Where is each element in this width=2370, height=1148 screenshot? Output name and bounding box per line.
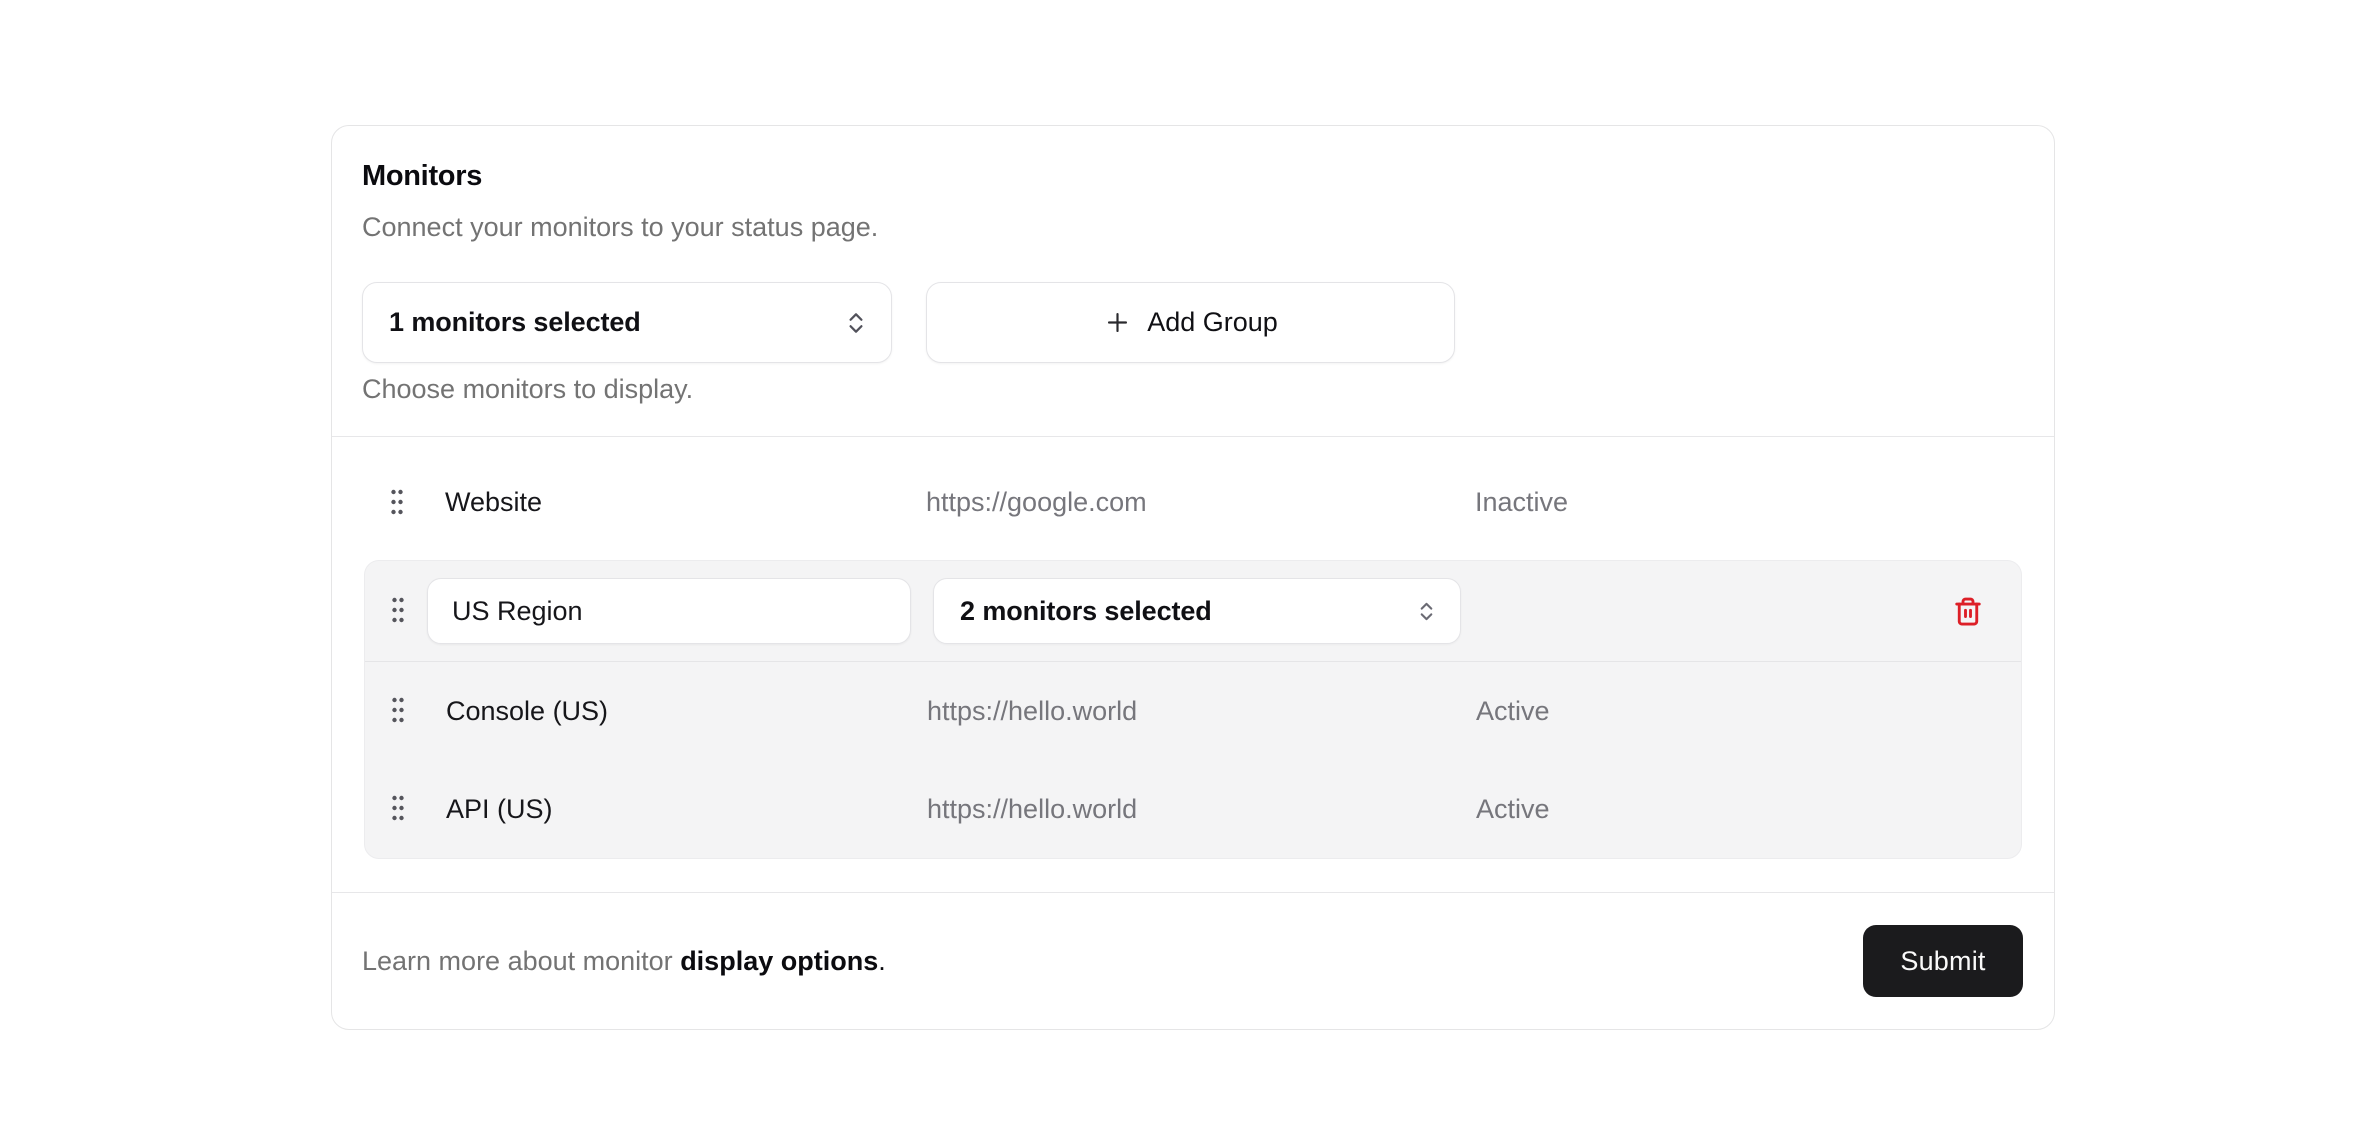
monitor-url: https://hello.world xyxy=(927,696,1476,727)
learn-more-period: . xyxy=(878,946,886,976)
chevron-up-down-icon xyxy=(1415,599,1438,624)
monitors-select-value: 1 monitors selected xyxy=(389,307,641,338)
monitor-url: https://hello.world xyxy=(927,794,1476,825)
monitor-name: Console (US) xyxy=(415,696,927,727)
group-monitors-select[interactable]: 2 monitors selected xyxy=(933,578,1461,644)
drag-handle-icon[interactable] xyxy=(381,794,415,824)
drag-handle-icon[interactable] xyxy=(381,596,415,626)
monitor-status: Active xyxy=(1476,794,2021,825)
submit-button[interactable]: Submit xyxy=(1863,925,2023,997)
chevron-up-down-icon xyxy=(843,309,869,337)
drag-handle-icon[interactable] xyxy=(380,488,414,518)
group-rows: Console (US) https://hello.world Active … xyxy=(365,662,2021,858)
card-header: Monitors Connect your monitors to your s… xyxy=(332,126,2054,436)
learn-more-prefix: Learn more about monitor xyxy=(362,946,680,976)
card-subtitle: Connect your monitors to your status pag… xyxy=(362,213,2021,241)
monitor-status: Active xyxy=(1476,696,2021,727)
monitor-row: Website https://google.com Inactive xyxy=(332,437,2054,560)
trash-icon xyxy=(1953,596,1983,627)
learn-more-text: Learn more about monitor display options… xyxy=(362,946,886,977)
controls-row: 1 monitors selected Add Group xyxy=(362,282,2021,363)
learn-more-link[interactable]: display options xyxy=(680,946,878,976)
monitors-card: Monitors Connect your monitors to your s… xyxy=(331,125,2055,1030)
group-header-row: 2 monitors selected xyxy=(365,561,2021,662)
delete-group-button[interactable] xyxy=(1953,596,1983,627)
add-group-button[interactable]: Add Group xyxy=(926,282,1455,363)
helper-text: Choose monitors to display. xyxy=(362,375,2021,403)
monitor-url: https://google.com xyxy=(926,487,1475,518)
monitor-group: 2 monitors selected Console (US) xyxy=(364,560,2022,859)
monitor-row: API (US) https://hello.world Active xyxy=(365,760,2021,858)
plus-icon xyxy=(1103,308,1132,337)
page-title: Monitors xyxy=(362,159,2021,194)
monitor-status: Inactive xyxy=(1475,487,2054,518)
monitor-name: Website xyxy=(414,487,926,518)
group-monitors-select-value: 2 monitors selected xyxy=(960,596,1212,627)
add-group-label: Add Group xyxy=(1147,307,1278,338)
monitor-row: Console (US) https://hello.world Active xyxy=(365,662,2021,760)
monitor-list: Website https://google.com Inactive 2 mo… xyxy=(332,437,2054,892)
drag-handle-icon[interactable] xyxy=(381,696,415,726)
group-name-input[interactable] xyxy=(427,578,911,644)
monitor-name: API (US) xyxy=(415,794,927,825)
card-footer: Learn more about monitor display options… xyxy=(332,893,2054,1029)
monitors-select[interactable]: 1 monitors selected xyxy=(362,282,892,363)
